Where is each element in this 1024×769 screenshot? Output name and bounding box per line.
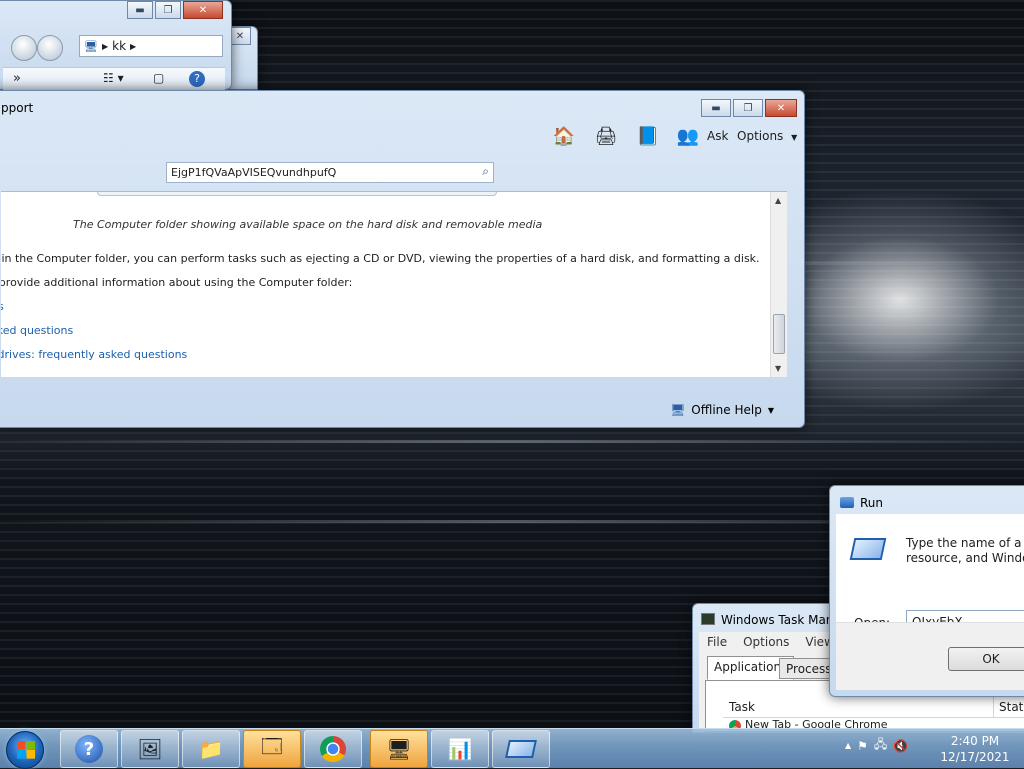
run-icon: [505, 740, 537, 758]
network-icon[interactable]: 🖧: [874, 735, 887, 756]
help-icon: ?: [75, 735, 103, 763]
explorer-window[interactable]: ▬ ❐ ✕ 🖥 ▶ kk ▶ » ☷ ▾ ▢ ?: [0, 0, 232, 91]
network-computer-icon: 🖥: [670, 403, 686, 417]
column-task[interactable]: Task: [729, 700, 755, 714]
run-icon: [840, 497, 854, 508]
taskbar-control-panel[interactable]: 🗔: [243, 730, 301, 768]
help-link[interactable]: l drives: frequently asked questions: [1, 348, 187, 361]
show-hidden-icons-icon[interactable]: ▲: [845, 741, 851, 750]
menu-options[interactable]: Options: [743, 635, 789, 649]
control-panel-icon: 🗔: [261, 734, 283, 758]
window-title: Windows Task Mana: [721, 613, 841, 627]
offline-help-button[interactable]: 🖥 Offline Help ▼: [670, 403, 774, 417]
scroll-down-arrow-icon[interactable]: ▼: [775, 364, 781, 373]
clock-time: 2:40 PM: [950, 734, 1000, 748]
screenshot-frame: [97, 192, 497, 196]
options-button[interactable]: Options ▼: [737, 129, 797, 143]
minimize-button[interactable]: ▬: [127, 1, 153, 19]
help-and-support-window[interactable]: pport ▬ ❐ ✕ 🏠 🖨 📘 👥 Ask Options ▼ EjgP1f…: [0, 90, 805, 428]
run-prompt: Type the name of a pro resource, and Win…: [906, 536, 1024, 566]
chevron-right-icon[interactable]: ▶: [102, 42, 108, 51]
wallpaper-streak: [0, 440, 1024, 443]
address-segment[interactable]: kk: [112, 39, 126, 53]
options-label: Options: [737, 129, 784, 143]
taskbar-photo-viewer[interactable]: 🖼: [121, 730, 179, 768]
system-clock[interactable]: 2:40 PM 12/17/2021: [935, 733, 1015, 765]
offline-help-label: Offline Help: [691, 403, 762, 417]
browse-help-icon[interactable]: 📘: [636, 125, 660, 147]
column-status[interactable]: Status: [999, 700, 1024, 714]
taskbar: ? 🖼 📁 🗔 🖥 📊 ▲ ⚑ 🖧 🔇 2:40 PM 12/17/2021: [0, 728, 1024, 769]
window-title: pport: [1, 101, 34, 115]
ok-button[interactable]: OK: [948, 647, 1024, 671]
home-icon[interactable]: 🏠: [552, 125, 576, 147]
folder-icon: 📁: [198, 737, 224, 761]
help-link[interactable]: ns: [1, 300, 4, 313]
ask-icon[interactable]: 👥: [676, 125, 700, 147]
chevron-down-icon: ▼: [767, 405, 774, 415]
help-content-pane: The Computer folder showing available sp…: [1, 191, 787, 377]
maximize-button[interactable]: ❐: [733, 99, 763, 117]
help-link[interactable]: sked questions: [1, 324, 73, 337]
task-list-header: Task Status: [723, 696, 1024, 718]
vertical-scrollbar[interactable]: ▲ ▼: [770, 192, 787, 377]
chrome-icon: [320, 736, 346, 762]
minimize-button[interactable]: ▬: [701, 99, 731, 117]
taskbar-help-and-support[interactable]: ?: [60, 730, 118, 768]
computer-icon: 🖥: [84, 39, 98, 53]
help-toolbar: 🏠 🖨 📘 👥 Ask Options ▼: [0, 121, 804, 151]
taskbar-google-chrome[interactable]: [304, 730, 362, 768]
search-input[interactable]: EjgP1fQVaApVISEQvundhpufQ ⌕: [166, 162, 494, 183]
column-divider: [993, 696, 994, 718]
dialog-title: Run: [860, 496, 884, 510]
windows-logo-icon: [17, 741, 35, 759]
command-bar: » ☷ ▾ ▢ ?: [3, 67, 225, 91]
clock-date: 12/17/2021: [940, 750, 1010, 764]
scroll-up-arrow-icon[interactable]: ▲: [775, 196, 781, 205]
back-button[interactable]: [11, 35, 37, 61]
help-icon[interactable]: ?: [189, 71, 205, 87]
close-button[interactable]: ✕: [183, 1, 223, 19]
address-bar[interactable]: 🖥 ▶ kk ▶: [79, 35, 223, 57]
run-dialog[interactable]: Run Type the name of a pro resource, and…: [829, 485, 1024, 697]
menu-file[interactable]: File: [707, 635, 727, 649]
run-program-icon: [849, 538, 887, 560]
taskbar-task-manager[interactable]: 📊: [431, 730, 489, 768]
preview-pane-icon[interactable]: ▢: [153, 71, 164, 85]
view-options-icon[interactable]: ☷ ▾: [103, 71, 124, 85]
volume-muted-icon[interactable]: 🔇: [893, 739, 908, 753]
search-input-value: EjgP1fQVaApVISEQvundhpufQ: [171, 166, 337, 179]
action-center-flag-icon[interactable]: ⚑: [857, 739, 868, 753]
remote-desktop-icon: 🖥: [386, 737, 412, 761]
close-button[interactable]: ✕: [229, 27, 251, 45]
print-icon[interactable]: 🖨: [594, 125, 618, 147]
start-button[interactable]: [6, 731, 44, 769]
figure-caption: The Computer folder showing available sp…: [73, 218, 543, 231]
help-paragraph: n in the Computer folder, you can perfor…: [1, 252, 760, 265]
ask-button[interactable]: Ask: [707, 129, 728, 143]
taskbar-run[interactable]: [492, 730, 550, 768]
run-prompt-line: Type the name of a pro: [906, 536, 1024, 550]
close-button[interactable]: ✕: [765, 99, 797, 117]
forward-button[interactable]: [37, 35, 63, 61]
taskbar-windows-explorer[interactable]: 📁: [182, 730, 240, 768]
notification-area: ▲ ⚑ 🖧 🔇: [845, 735, 908, 756]
toolbar-overflow-button[interactable]: »: [13, 71, 21, 86]
chevron-down-icon: ▼: [791, 133, 798, 142]
task-manager-icon: [701, 613, 715, 625]
chevron-right-icon[interactable]: ▶: [130, 42, 136, 51]
scrollbar-thumb[interactable]: [773, 314, 785, 354]
search-icon[interactable]: ⌕: [482, 164, 489, 179]
taskbar-remote-desktop[interactable]: 🖥: [370, 730, 428, 768]
help-lead-text: t provide additional information about u…: [1, 276, 353, 289]
task-manager-icon: 📊: [447, 737, 473, 761]
maximize-button[interactable]: ❐: [155, 1, 181, 19]
run-prompt-line: resource, and Windows: [906, 551, 1024, 565]
picture-icon: 🖼: [137, 737, 163, 761]
